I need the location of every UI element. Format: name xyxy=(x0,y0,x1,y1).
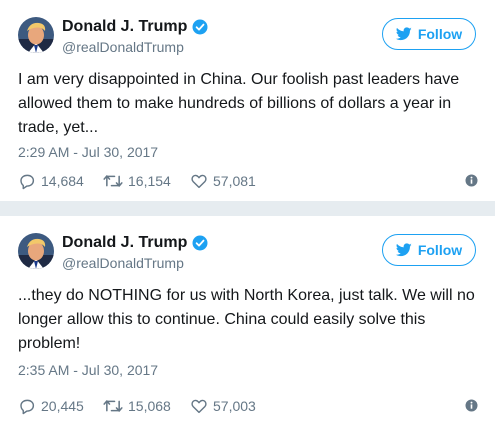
follow-button[interactable]: Follow xyxy=(382,234,476,266)
tweet-separator xyxy=(0,201,495,216)
avatar[interactable] xyxy=(18,17,54,53)
verified-badge-icon xyxy=(192,235,208,251)
follow-label: Follow xyxy=(417,242,463,258)
display-name[interactable]: Donald J. Trump xyxy=(62,234,187,252)
tweet-card: Donald J. Trump @realDonaldTrump Follow … xyxy=(0,0,495,201)
retweet-icon xyxy=(103,400,123,412)
reply-button[interactable]: 20,445 xyxy=(18,397,103,415)
reply-count: 20,445 xyxy=(41,398,84,414)
follow-label: Follow xyxy=(417,26,463,42)
twitter-bird-icon xyxy=(395,243,412,257)
tweet-timestamp[interactable]: 2:29 AM - Jul 30, 2017 xyxy=(18,144,158,160)
tweet-actions: 14,684 16,154 57,081 xyxy=(18,171,478,191)
like-button[interactable]: 57,081 xyxy=(190,172,280,190)
reply-icon xyxy=(20,399,35,415)
tweet-text: I am very disappointed in China. Our foo… xyxy=(18,71,460,136)
tweet-actions: 20,445 15,068 57,003 xyxy=(18,396,478,416)
retweet-button[interactable]: 16,154 xyxy=(103,172,190,190)
verified-badge-icon xyxy=(192,19,208,35)
retweet-button[interactable]: 15,068 xyxy=(103,397,190,415)
reply-icon xyxy=(20,174,35,190)
author-name-row: Donald J. Trump xyxy=(62,17,208,37)
tweet-card: Donald J. Trump @realDonaldTrump Follow … xyxy=(0,216,495,427)
avatar[interactable] xyxy=(18,233,54,269)
tweet-timestamp[interactable]: 2:35 AM - Jul 30, 2017 xyxy=(18,362,158,378)
tweet-text: ...they do NOTHING for us with North Kor… xyxy=(18,287,475,352)
like-count: 57,081 xyxy=(213,173,256,189)
retweet-icon xyxy=(103,175,123,187)
reply-count: 14,684 xyxy=(41,173,84,189)
user-handle[interactable]: @realDonaldTrump xyxy=(62,255,184,271)
retweet-count: 15,068 xyxy=(128,398,171,414)
retweet-count: 16,154 xyxy=(128,173,171,189)
user-handle[interactable]: @realDonaldTrump xyxy=(62,39,184,55)
reply-button[interactable]: 14,684 xyxy=(18,172,103,190)
info-icon[interactable] xyxy=(465,399,478,412)
like-button[interactable]: 57,003 xyxy=(190,397,280,415)
display-name[interactable]: Donald J. Trump xyxy=(62,18,187,36)
like-count: 57,003 xyxy=(213,398,256,414)
heart-icon xyxy=(191,174,207,189)
info-icon[interactable] xyxy=(465,174,478,187)
twitter-bird-icon xyxy=(395,27,412,41)
heart-icon xyxy=(191,399,207,414)
follow-button[interactable]: Follow xyxy=(382,18,476,50)
author-name-row: Donald J. Trump xyxy=(62,233,208,253)
